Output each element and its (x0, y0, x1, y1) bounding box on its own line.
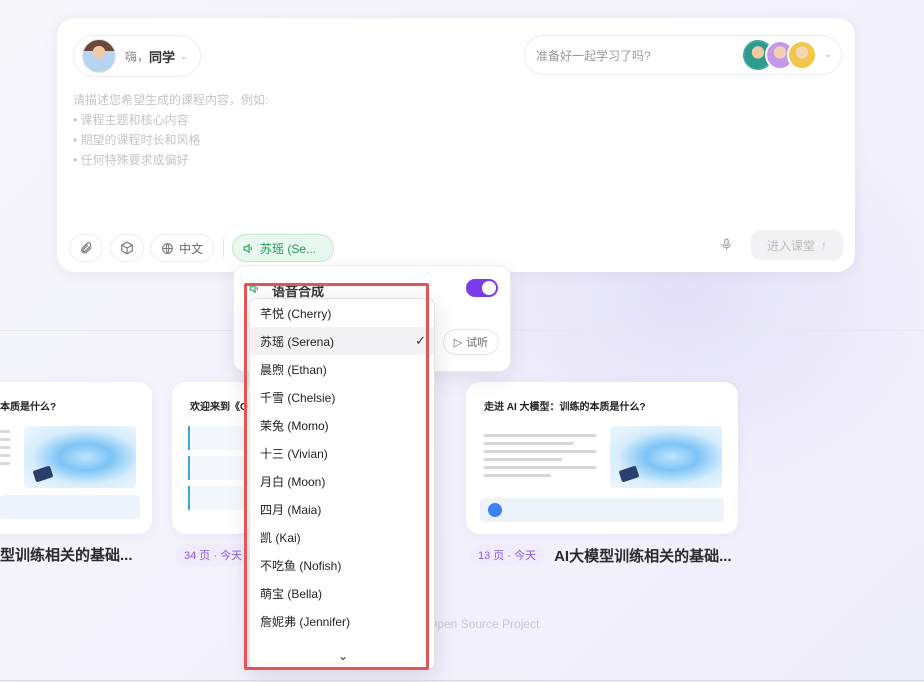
play-icon: ▷ (453, 336, 463, 349)
voice-option[interactable]: 千雪 (Chelsie) (250, 383, 434, 411)
voice-option-label: 晨煦 (Ethan) (260, 362, 327, 377)
course-card[interactable]: 本质是什么? (0, 382, 152, 534)
course-card-title: 欢迎来到《O (190, 402, 248, 413)
voice-option[interactable]: 詹妮弗 (Jennifer) (250, 607, 434, 635)
language-button[interactable]: 中文 (150, 234, 214, 262)
card-section (188, 486, 244, 510)
tutor-avatars (743, 40, 817, 70)
chevron-down-icon: ⌄ (180, 50, 188, 61)
footer-text: Open Source Project (428, 617, 540, 631)
prompt-bullet: 期望的课程时长和风格 (73, 130, 268, 150)
course-meta: 34 页 · 今天 (176, 544, 251, 566)
arrow-up-icon: ↑ (821, 238, 827, 252)
voice-option-label: 萌宝 (Bella) (260, 586, 323, 601)
page-count-badge: 34 页 · 今天 (176, 544, 251, 566)
globe-icon (162, 242, 173, 254)
prompt-intro: 请描述您希望生成的课程内容，例如: (73, 93, 269, 107)
toolbar-separator (223, 239, 224, 257)
cube-icon (121, 241, 133, 255)
course-card[interactable]: 欢迎来到《O (172, 382, 252, 534)
speaker-icon (243, 243, 252, 253)
voice-option-label: 千雪 (Chelsie) (260, 390, 336, 405)
voice-toggle[interactable] (466, 279, 498, 297)
preview-label: 试听 (466, 337, 489, 349)
card-section (188, 456, 244, 480)
blue-dot-icon (488, 503, 502, 517)
voice-option-label: 四月 (Maia) (260, 502, 322, 517)
page-count-badge: 13 页 · 今天 (470, 544, 545, 566)
voice-option[interactable]: 晨煦 (Ethan) (250, 355, 434, 383)
user-profile-button[interactable]: 嗨， 同学 ⌄ (73, 35, 201, 77)
voice-option-selected[interactable]: 苏瑶 (Serena) ✓ (250, 327, 434, 355)
course-title: AI大模型训练相关的基础... (554, 547, 732, 565)
brain-illustration (610, 426, 722, 488)
attach-button[interactable] (69, 234, 103, 262)
voice-option[interactable]: 萌宝 (Bella) (250, 579, 434, 607)
course-card-title: 本质是什么? (0, 402, 57, 413)
voice-option[interactable]: 茉兔 (Momo) (250, 411, 434, 439)
voice-option[interactable]: 十三 (Vivian) (250, 439, 434, 467)
voice-option-list: 芊悦 (Cherry) 苏瑶 (Serena) ✓ 晨煦 (Ethan) 千雪 (… (250, 299, 434, 635)
language-label: 中文 (178, 241, 203, 256)
prompt-bullet: 任何特殊要求或偏好 (73, 150, 268, 170)
voice-dropdown[interactable]: 芊悦 (Cherry) 苏瑶 (Serena) ✓ 晨煦 (Ethan) 千雪 (… (249, 298, 435, 670)
speaker-icon (248, 282, 261, 298)
microphone-icon[interactable] (720, 237, 733, 255)
voice-option-label: 月白 (Moon) (260, 474, 326, 489)
voice-option-label: 凯 (Kai) (260, 530, 301, 545)
voice-option-label: 茉兔 (Momo) (260, 418, 329, 433)
voice-button[interactable]: 苏瑶 (Se... (232, 234, 334, 262)
card-text-lines (484, 434, 596, 482)
user-avatar (82, 39, 116, 73)
greeting-name: 同学 (149, 49, 176, 65)
greeting-prefix: 嗨， (125, 49, 150, 64)
prompt-bullet: 课程主题和核心内容 (73, 110, 268, 130)
card-footer-bar (0, 495, 140, 519)
course-meta: 13 页 · 今天 AI大模型训练相关的基础... (470, 544, 732, 566)
study-prompt: 准备好一起学习了吗? (536, 48, 651, 63)
course-title: 型训练相关的基础... (0, 547, 133, 564)
voice-option[interactable]: 芊悦 (Cherry) (250, 299, 434, 327)
voice-option[interactable]: 四月 (Maia) (250, 495, 434, 523)
voice-option-label: 不吃鱼 (Nofish) (260, 558, 342, 573)
voice-option[interactable]: 不吃鱼 (Nofish) (250, 551, 434, 579)
brain-illustration (24, 426, 136, 488)
model-button[interactable] (110, 234, 144, 262)
voice-option-label: 詹妮弗 (Jennifer) (260, 614, 351, 629)
tutor-avatar (787, 40, 817, 70)
prompt-input[interactable]: 请描述您希望生成的课程内容，例如: 课程主题和核心内容 期望的课程时长和风格 任… (73, 90, 268, 170)
chevron-down-icon: ⌄ (824, 49, 832, 59)
card-section (188, 426, 244, 450)
voice-option-label: 十三 (Vivian) (260, 446, 328, 461)
card-text-lines (0, 430, 10, 470)
preview-voice-button[interactable]: ▷ 试听 (443, 329, 499, 355)
enter-label: 进入课堂 (766, 238, 815, 253)
chevron-down-icon[interactable]: ⌄ (338, 649, 348, 663)
paperclip-icon (81, 242, 92, 254)
course-card[interactable]: 走进 AI 大模型：训练的本质是什么? (466, 382, 738, 534)
course-card-title: 走进 AI 大模型：训练的本质是什么? (484, 402, 646, 413)
voice-option-label: 芊悦 (Cherry) (260, 306, 332, 321)
check-icon: ✓ (415, 333, 426, 348)
card-footer-bar (480, 498, 724, 522)
window-bottom-edge (0, 680, 924, 681)
voice-option-label: 苏瑶 (Serena) (260, 334, 335, 349)
voice-label: 苏瑶 (Se... (260, 241, 317, 256)
voice-option[interactable]: 凯 (Kai) (250, 523, 434, 551)
course-meta: 型训练相关的基础... (0, 544, 133, 565)
enter-classroom-button[interactable]: 进入课堂 ↑ (751, 230, 843, 260)
voice-option[interactable]: 月白 (Moon) (250, 467, 434, 495)
course-input-card: 嗨， 同学 ⌄ 准备好一起学习了吗? ⌄ 请描述您希望生成的课程内容，例如: 课… (57, 18, 855, 272)
tutor-selector[interactable]: 准备好一起学习了吗? ⌄ (524, 35, 842, 75)
